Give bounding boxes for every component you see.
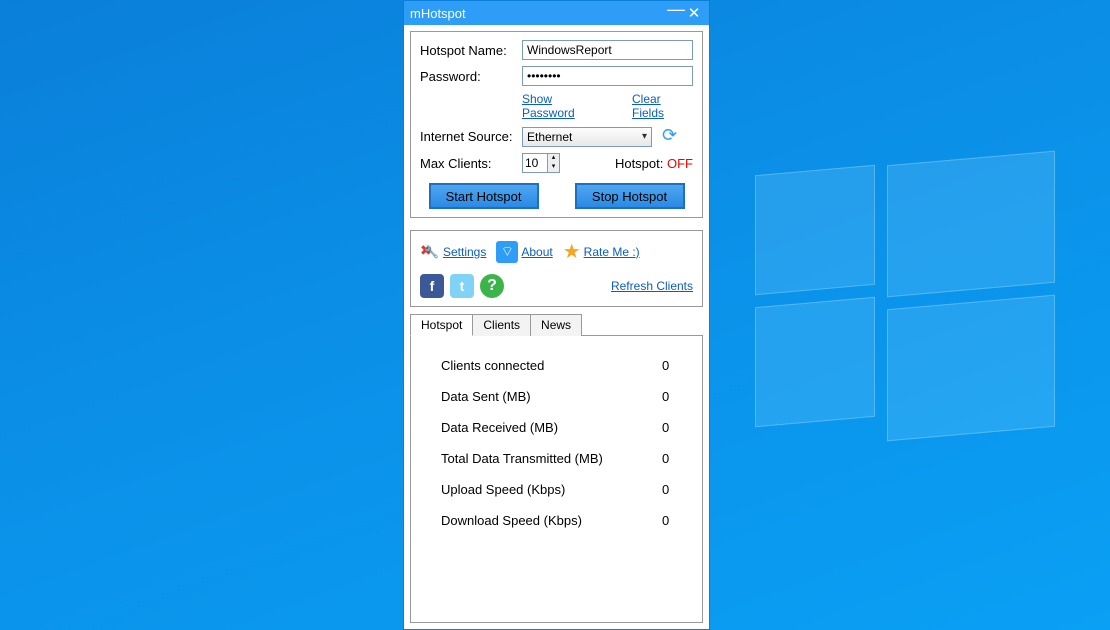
password-input[interactable] — [522, 66, 693, 86]
twitter-icon[interactable]: t — [450, 274, 474, 298]
hotspot-status-label: Hotspot: — [615, 156, 663, 171]
max-clients-label: Max Clients: — [420, 156, 522, 171]
stat-row: Download Speed (Kbps)0 — [441, 513, 686, 528]
tab-news[interactable]: News — [530, 314, 582, 336]
minimize-button[interactable]: — — [667, 0, 685, 20]
tab-bar: Hotspot Clients News — [410, 314, 703, 336]
stat-row: Data Sent (MB)0 — [441, 389, 686, 404]
stat-row: Total Data Transmitted (MB)0 — [441, 451, 686, 466]
show-password-link[interactable]: Show Password — [522, 92, 604, 120]
stat-row: Upload Speed (Kbps)0 — [441, 482, 686, 497]
links-panel: Settings ⌔ About ★ Rate Me :) f t ? Refr… — [410, 230, 703, 307]
facebook-icon[interactable]: f — [420, 274, 444, 298]
title-bar[interactable]: mHotspot — ✕ — [404, 1, 709, 25]
hotspot-name-label: Hotspot Name: — [420, 43, 522, 58]
password-label: Password: — [420, 69, 522, 84]
clear-fields-link[interactable]: Clear Fields — [632, 92, 693, 120]
hotspot-name-input[interactable] — [522, 40, 693, 60]
max-clients-stepper[interactable]: 10 ▴ ▾ — [522, 153, 560, 173]
internet-source-select[interactable]: Ethernet ▾ — [522, 127, 652, 147]
hotspot-stats-panel: Clients connected0 Data Sent (MB)0 Data … — [410, 335, 703, 623]
windows-logo-icon — [755, 140, 1055, 440]
internet-source-label: Internet Source: — [420, 129, 522, 144]
about-link[interactable]: About — [521, 245, 552, 259]
internet-source-value: Ethernet — [527, 130, 572, 144]
settings-icon — [420, 242, 440, 262]
hotspot-config-panel: Hotspot Name: Password: Show Password Cl… — [410, 31, 703, 218]
stat-row: Clients connected0 — [441, 358, 686, 373]
help-icon[interactable]: ? — [480, 274, 504, 298]
window-title: mHotspot — [410, 6, 466, 21]
close-button[interactable]: ✕ — [685, 4, 703, 22]
app-window: mHotspot — ✕ Hotspot Name: Password: Sho… — [403, 0, 710, 630]
start-hotspot-button[interactable]: Start Hotspot — [429, 183, 539, 209]
settings-link[interactable]: Settings — [443, 245, 486, 259]
refresh-clients-link[interactable]: Refresh Clients — [611, 279, 693, 293]
stepper-up-icon[interactable]: ▴ — [547, 154, 559, 163]
max-clients-value: 10 — [525, 156, 538, 170]
refresh-source-icon[interactable]: ⟳ — [662, 125, 677, 146]
stepper-down-icon[interactable]: ▾ — [547, 163, 559, 172]
hotspot-status-value: OFF — [667, 156, 693, 171]
desktop-wallpaper: mHotspot — ✕ Hotspot Name: Password: Sho… — [0, 0, 1110, 630]
rate-link[interactable]: Rate Me :) — [584, 245, 640, 259]
stop-hotspot-button[interactable]: Stop Hotspot — [575, 183, 685, 209]
chevron-down-icon: ▾ — [642, 131, 647, 142]
stat-row: Data Received (MB)0 — [441, 420, 686, 435]
wifi-icon: ⌔ — [496, 241, 518, 263]
tab-hotspot[interactable]: Hotspot — [410, 314, 473, 336]
star-icon: ★ — [563, 239, 581, 264]
tab-clients[interactable]: Clients — [472, 314, 531, 336]
